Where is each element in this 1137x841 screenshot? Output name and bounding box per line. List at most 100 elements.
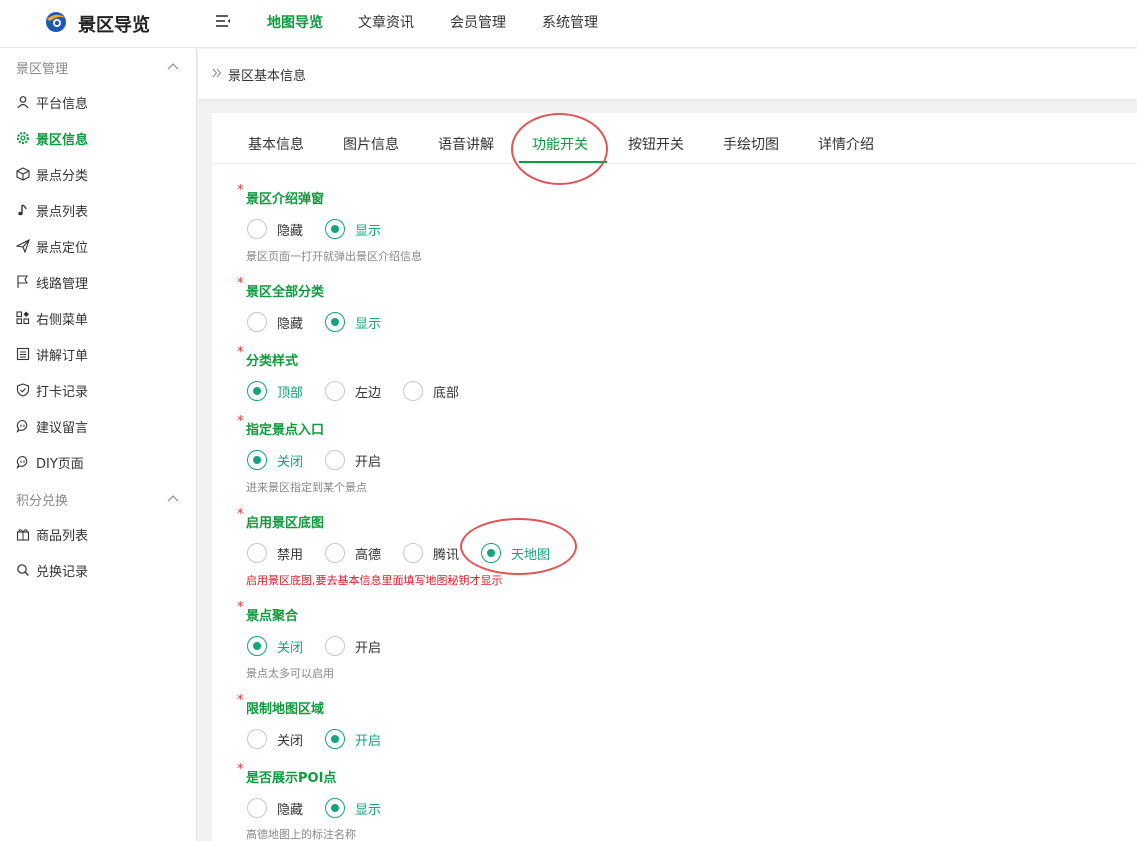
sidebar-item-label: 兑换记录 [36, 564, 89, 580]
sidebar-item-feedback[interactable]: 建议留言 [16, 414, 88, 438]
radio-circle [247, 543, 267, 563]
radio-option[interactable]: 底部 [403, 380, 459, 402]
field-label: * 是否展示POI点 [237, 762, 337, 786]
radio-circle [247, 450, 267, 470]
field-label: * 指定景点入口 [237, 414, 325, 438]
cube-icon [16, 167, 30, 181]
field-hint: 高德地图上的标注名称 [246, 828, 356, 841]
sidebar-item-right-menu[interactable]: 右侧菜单 [16, 306, 88, 330]
tab-details[interactable]: 详情介绍 [818, 134, 874, 154]
sidebar-item-route[interactable]: 线路管理 [16, 270, 88, 294]
required-mark: * [237, 276, 244, 291]
sidebar-item-scenic-info[interactable]: 景区信息 [16, 126, 88, 150]
radio-circle [247, 219, 267, 239]
sidebar-item-label: 商品列表 [36, 528, 89, 544]
radio-option[interactable]: 隐藏 [247, 311, 303, 333]
sidebar-item-label: 景点定位 [36, 240, 89, 256]
radio-option[interactable]: 显示 [325, 311, 381, 333]
shield-icon [16, 383, 30, 397]
sidebar-item-label: 景点分类 [36, 168, 89, 184]
brand-title: 景区导览 [78, 15, 150, 36]
radio-circle [247, 636, 267, 656]
sidebar-item-spot-locate[interactable]: 景点定位 [16, 234, 88, 258]
radio-option[interactable]: 隐藏 [247, 218, 303, 240]
grid-icon [16, 311, 30, 325]
radio-circle [325, 450, 345, 470]
tab-images[interactable]: 图片信息 [343, 134, 399, 154]
music-note-icon [18, 204, 27, 216]
radio-circle [325, 312, 345, 332]
logo-icon [46, 12, 66, 32]
nav-map-guide[interactable]: 地图导览 [267, 12, 323, 32]
top-bar: 景区导览 地图导览 文章资讯 会员管理 系统管理 [0, 0, 1137, 48]
menu-toggle-icon[interactable] [213, 11, 233, 31]
chevron-up-icon[interactable] [166, 492, 180, 506]
tab-hand-drawn-tiles[interactable]: 手绘切图 [723, 134, 779, 154]
comment-icon [16, 419, 28, 433]
radio-option[interactable]: 腾讯 [403, 542, 459, 564]
radio-option[interactable]: 关闭 [247, 728, 303, 750]
radio-option[interactable]: 关闭 [247, 635, 303, 657]
radio-option[interactable]: 显示 [325, 797, 381, 819]
radio-option[interactable]: 开启 [325, 728, 381, 750]
field-label: * 启用景区底图 [237, 507, 325, 531]
radio-option[interactable]: 关闭 [247, 449, 303, 471]
sidebar-item-checkin[interactable]: 打卡记录 [16, 378, 88, 402]
sidebar-item-orders[interactable]: 讲解订单 [16, 342, 88, 366]
list-icon [16, 347, 30, 361]
sidebar-item-diy[interactable]: DIY页面 [16, 450, 84, 474]
breadcrumb: 景区基本信息 [198, 49, 1137, 99]
sidebar-item-label: 建议留言 [36, 420, 89, 436]
sidebar-item-label: DIY页面 [36, 456, 84, 472]
sidebar-group-points[interactable]: 积分兑换 [16, 490, 68, 509]
radio-circle [325, 219, 345, 239]
field-label: * 景点聚合 [237, 600, 299, 624]
sidebar-item-products[interactable]: 商品列表 [16, 522, 88, 546]
radio-circle [247, 729, 267, 749]
gear-icon [16, 131, 30, 145]
nav-system[interactable]: 系统管理 [542, 12, 598, 32]
flag-icon [17, 275, 28, 288]
sidebar: 景区管理 平台信息 景区信息 景点分类 景点列表 景点定位 线路管理 右侧菜单 … [0, 48, 197, 841]
sidebar-item-label: 景区信息 [36, 132, 89, 148]
sidebar-item-platform[interactable]: 平台信息 [16, 90, 88, 114]
nav-members[interactable]: 会员管理 [450, 12, 506, 32]
sidebar-item-label: 线路管理 [36, 276, 89, 292]
tab-bar: 基本信息 图片信息 语音讲解 功能开关 按钮开关 手绘切图 详情介绍 [212, 113, 1137, 164]
user-icon [17, 96, 29, 109]
radio-option[interactable]: 左边 [325, 380, 381, 402]
required-mark: * [237, 600, 244, 615]
field-label: * 限制地图区域 [237, 693, 325, 717]
radio-option[interactable]: 开启 [325, 449, 381, 471]
tab-button-switches[interactable]: 按钮开关 [628, 134, 684, 154]
radio-option[interactable]: 禁用 [247, 542, 303, 564]
tab-basic-info[interactable]: 基本信息 [248, 134, 304, 154]
sidebar-item-redeem[interactable]: 兑换记录 [16, 558, 88, 582]
sidebar-item-spot-category[interactable]: 景点分类 [16, 162, 88, 186]
radio-option[interactable]: 高德 [325, 542, 381, 564]
search-icon [17, 564, 29, 576]
radio-circle [403, 543, 423, 563]
chevron-up-icon[interactable] [166, 60, 180, 74]
radio-option[interactable]: 隐藏 [247, 797, 303, 819]
field-hint: 进来景区指定到某个景点 [246, 481, 367, 494]
required-mark: * [237, 693, 244, 708]
sidebar-item-label: 打卡记录 [36, 384, 89, 400]
nav-articles[interactable]: 文章资讯 [358, 12, 414, 32]
sidebar-item-label: 讲解订单 [36, 348, 89, 364]
radio-option[interactable]: 开启 [325, 635, 381, 657]
radio-circle [247, 312, 267, 332]
radio-option[interactable]: 显示 [325, 218, 381, 240]
sidebar-group-scenic[interactable]: 景区管理 [16, 58, 68, 77]
sidebar-item-spot-list[interactable]: 景点列表 [16, 198, 88, 222]
comment-icon [16, 455, 28, 469]
field-hint: 景点太多可以启用 [246, 667, 334, 680]
required-mark: * [237, 762, 244, 777]
sidebar-item-label: 景点列表 [36, 204, 89, 220]
radio-circle [325, 636, 345, 656]
breadcrumb-current[interactable]: 景区基本信息 [228, 65, 306, 84]
required-mark: * [237, 183, 244, 198]
radio-option[interactable]: 顶部 [247, 380, 303, 402]
tab-audio-guide[interactable]: 语音讲解 [438, 134, 494, 154]
sidebar-item-label: 右侧菜单 [36, 312, 89, 328]
